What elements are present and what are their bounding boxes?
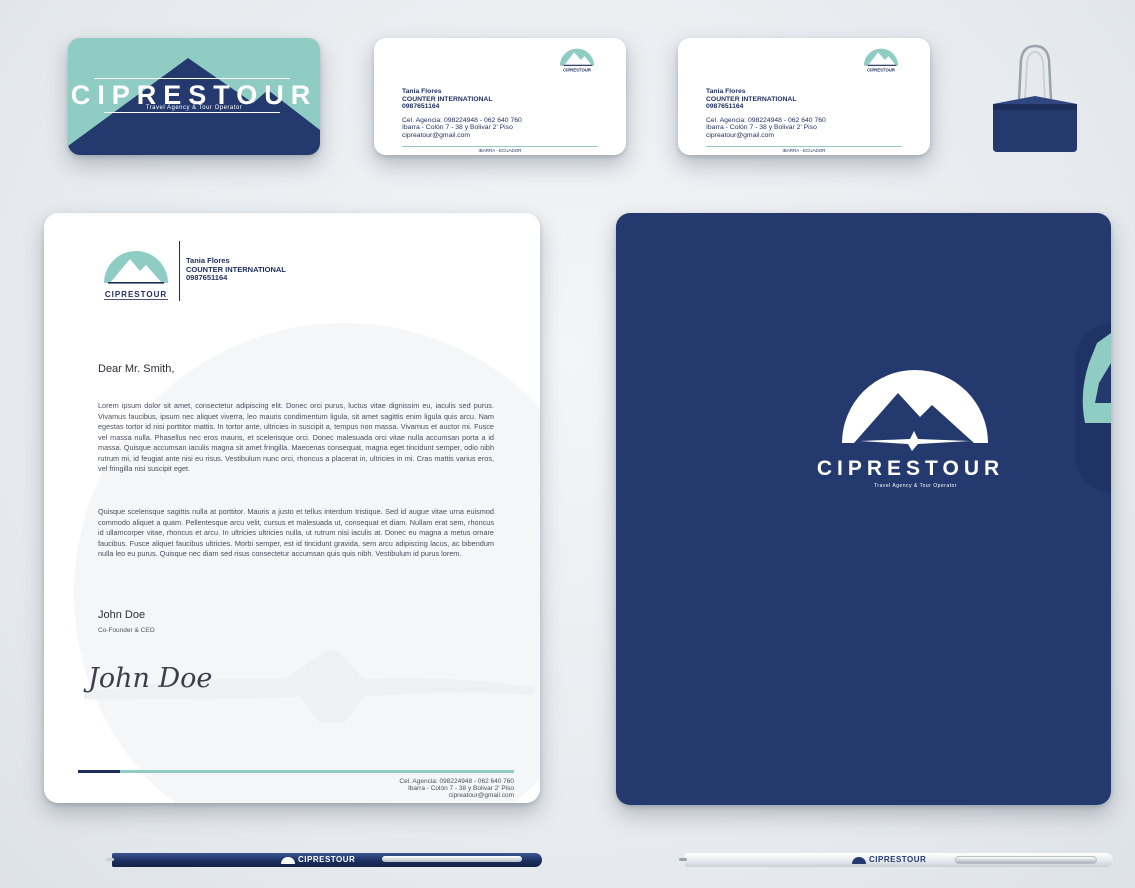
letter-paragraph-2: Quisque scelerisque sagittis nulla at po… bbox=[98, 507, 494, 558]
letter-greeting: Dear Mr. Smith, bbox=[98, 363, 175, 375]
pen-navy: CIPRESTOUR bbox=[106, 853, 542, 867]
logo-text: CIPRESTOUR bbox=[105, 290, 167, 299]
email: cipreatour@gmail.com bbox=[706, 131, 775, 139]
contact-phone: 0987651164 bbox=[402, 103, 440, 111]
title-bottom-rule bbox=[104, 112, 280, 113]
footer-address: Ibarra - Colón 7 - 38 y Bolivar 2' Piso bbox=[407, 785, 514, 792]
contact-name: Tania Flores bbox=[706, 88, 746, 95]
card-footer: IBARRA - ECUADOR bbox=[782, 148, 826, 153]
header-contact: Tania Flores COUNTER INTERNATIONAL 09876… bbox=[186, 256, 286, 283]
pen-white: CIPRESTOUR bbox=[679, 853, 1113, 867]
card-footer: IBARRA - ECUADOR bbox=[478, 148, 522, 153]
footer-bar-dark bbox=[78, 770, 120, 773]
mountain-airplane-icon: CIPRESTOUR bbox=[863, 48, 899, 72]
business-card-back-1: CIPRESTOUR Tania Flores COUNTER INTERNAT… bbox=[374, 38, 626, 155]
footer-bar-teal bbox=[120, 770, 514, 773]
binder-clip-icon bbox=[993, 44, 1077, 152]
contact-phone: 0987651164 bbox=[706, 103, 744, 111]
footer-email: cipreatour@gmail.com bbox=[448, 792, 514, 799]
card-contact-block: Tania Flores COUNTER INTERNATIONAL 09876… bbox=[402, 88, 522, 140]
contact-title: COUNTER INTERNATIONAL bbox=[706, 95, 797, 103]
presentation-folder: CIPRESTOUR Travel Agency & Tour Operator bbox=[616, 213, 1111, 805]
letter-footer: Cel. Agencia: 098224948 - 062 640 760 Ib… bbox=[399, 778, 514, 799]
business-card-front: CIPRESTOUR Travel Agency & Tour Operator bbox=[68, 38, 320, 155]
email: cipreatour@gmail.com bbox=[402, 131, 471, 139]
mountain-airplane-icon bbox=[842, 370, 988, 451]
signer-role: Co-Founder & CEO bbox=[98, 627, 155, 634]
svg-text:CIPRESTOUR: CIPRESTOUR bbox=[867, 67, 895, 72]
letterhead: CIPRESTOUR Tania Flores COUNTER INTERNAT… bbox=[44, 213, 540, 803]
agency-phone: Cel. Agencia: 098224948 - 062 640 760 bbox=[706, 116, 826, 124]
pen-brand: CIPRESTOUR bbox=[298, 855, 356, 864]
mountain-airplane-icon: CIPRESTOUR bbox=[559, 48, 595, 72]
letter-paragraph-1: Lorem ipsum dolor sit amet, consectetur … bbox=[98, 401, 494, 473]
brand-name: CIPRESTOUR bbox=[816, 457, 1005, 480]
brand-tagline: Travel Agency & Tour Operator bbox=[874, 483, 957, 489]
brand-tagline: Travel Agency & Tour Operator bbox=[145, 105, 243, 111]
address: Ibarra - Colón 7 - 38 y Bolivar 2' Piso bbox=[706, 124, 817, 132]
footer-rule bbox=[402, 146, 598, 147]
handwritten-signature: John Doe bbox=[88, 663, 213, 694]
contact-name: Tania Flores bbox=[402, 88, 442, 95]
contact-title: COUNTER INTERNATIONAL bbox=[402, 95, 493, 103]
address: Ibarra - Colón 7 - 38 y Bolivar 2' Piso bbox=[402, 124, 513, 132]
pen-brand: CIPRESTOUR bbox=[869, 855, 927, 864]
card-contact-block: Tania Flores COUNTER INTERNATIONAL 09876… bbox=[706, 88, 826, 140]
svg-text:CIPRESTOUR: CIPRESTOUR bbox=[563, 67, 591, 72]
footer-rule bbox=[706, 146, 902, 147]
signer-name: John Doe bbox=[98, 609, 146, 621]
pocket-insert bbox=[1082, 333, 1111, 423]
business-card-back-2: CIPRESTOUR Tania Flores COUNTER INTERNAT… bbox=[678, 38, 930, 155]
header-divider bbox=[179, 241, 180, 301]
agency-phone: Cel. Agencia: 098224948 - 062 640 760 bbox=[402, 116, 522, 124]
footer-phone: Cel. Agencia: 098224948 - 062 640 760 bbox=[399, 778, 514, 785]
mountain-airplane-icon bbox=[852, 857, 866, 864]
mountain-airplane-icon bbox=[281, 857, 295, 864]
contact-phone: 0987651164 bbox=[186, 273, 228, 282]
mountain-airplane-icon: CIPRESTOUR bbox=[104, 251, 168, 300]
title-top-rule bbox=[94, 78, 290, 79]
